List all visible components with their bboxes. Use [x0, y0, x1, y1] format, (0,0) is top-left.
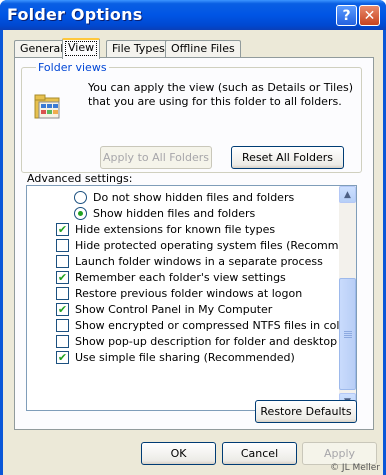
list-item-label: Hide extensions for known file types: [75, 222, 276, 236]
list-item[interactable]: ✔ Hide extensions for known file types: [56, 221, 275, 237]
list-item[interactable]: ✔ Remember each folder's view settings: [56, 269, 286, 285]
list-item-label: Show pop-up description for folder and d…: [75, 334, 357, 348]
chevron-up-icon: ▲: [344, 189, 351, 200]
radio-button[interactable]: [74, 206, 87, 220]
checkbox[interactable]: [56, 334, 69, 348]
list-item[interactable]: Show encrypted or compressed NTFS files …: [56, 317, 351, 333]
checkbox[interactable]: ✔: [56, 350, 69, 364]
list-item-label: Use simple file sharing (Recommended): [75, 350, 295, 364]
list-item-label: Show hidden files and folders: [93, 206, 256, 220]
advanced-settings-list: Do not show hidden files and folders Sho…: [26, 185, 357, 411]
window-title: Folder Options: [7, 5, 143, 24]
checkbox[interactable]: [56, 238, 69, 252]
list-item-label: Show encrypted or compressed NTFS files …: [75, 318, 351, 332]
list-item-label: Hide protected operating system files (R…: [75, 238, 357, 252]
tab-view[interactable]: View: [62, 38, 101, 59]
list-item[interactable]: Show hidden files and folders: [74, 205, 255, 221]
list-item-label: Remember each folder's view settings: [75, 270, 286, 284]
advanced-settings-label: Advanced settings:: [27, 172, 133, 185]
checkbox[interactable]: [56, 318, 69, 332]
help-icon: ?: [342, 7, 351, 24]
checkbox[interactable]: ✔: [56, 270, 69, 284]
close-button[interactable]: ✕: [359, 5, 380, 26]
folder-options-window: Folder Options ? ✕ General View File Typ…: [0, 0, 386, 475]
checkbox[interactable]: ✔: [56, 302, 69, 316]
checkbox[interactable]: [56, 286, 69, 300]
grip-line: [344, 337, 352, 338]
apply-to-all-folders-button[interactable]: Apply to All Folders: [100, 146, 212, 169]
restore-defaults-button[interactable]: Restore Defaults: [255, 400, 357, 423]
dialog-client: General View File Types Offline Files Fo…: [3, 30, 383, 475]
list-item-label: Restore previous folder windows at logon: [75, 286, 303, 300]
scroll-thumb[interactable]: [339, 278, 356, 390]
list-item-label: Show Control Panel in My Computer: [75, 302, 273, 316]
folder-views-description: You can apply the view (such as Details …: [88, 81, 353, 108]
list-item[interactable]: Hide protected operating system files (R…: [56, 237, 357, 253]
grip-line: [344, 335, 352, 336]
list-item[interactable]: Show pop-up description for folder and d…: [56, 333, 357, 349]
grip-line: [344, 331, 352, 332]
cancel-button[interactable]: Cancel: [222, 442, 297, 465]
checkbox[interactable]: [56, 254, 69, 268]
folder-views-icon: [34, 94, 60, 119]
help-button[interactable]: ?: [336, 5, 357, 26]
folder-views-group: Folder views You can apply the view (suc…: [21, 61, 362, 173]
reset-all-folders-button[interactable]: Reset All Folders: [231, 146, 344, 169]
scroll-up-button[interactable]: ▲: [339, 186, 356, 203]
radio-button[interactable]: [74, 190, 87, 204]
ok-button[interactable]: OK: [141, 442, 216, 465]
apply-button[interactable]: Apply: [302, 442, 377, 465]
list-item-label: Launch folder windows in a separate proc…: [75, 254, 323, 268]
grip-line: [344, 333, 352, 334]
title-bar[interactable]: Folder Options ? ✕: [0, 0, 386, 30]
tab-file-types[interactable]: File Types: [106, 40, 171, 58]
vertical-scrollbar[interactable]: ▲ ▼: [339, 186, 356, 410]
list-item[interactable]: ✔ Use simple file sharing (Recommended): [56, 349, 295, 365]
list-item[interactable]: Launch folder windows in a separate proc…: [56, 253, 323, 269]
tab-offline-files[interactable]: Offline Files: [165, 40, 241, 58]
radio-selected-dot: [78, 210, 83, 216]
list-item[interactable]: ✔ Show Control Panel in My Computer: [56, 301, 272, 317]
checkbox[interactable]: ✔: [56, 222, 69, 236]
folder-views-legend: Folder views: [36, 61, 109, 74]
list-item[interactable]: Do not show hidden files and folders: [74, 189, 294, 205]
list-item-label: Do not show hidden files and folders: [93, 190, 295, 204]
watermark: © JL Meller: [330, 463, 380, 473]
list-item[interactable]: Restore previous folder windows at logon: [56, 285, 302, 301]
close-icon: ✕: [363, 7, 376, 24]
